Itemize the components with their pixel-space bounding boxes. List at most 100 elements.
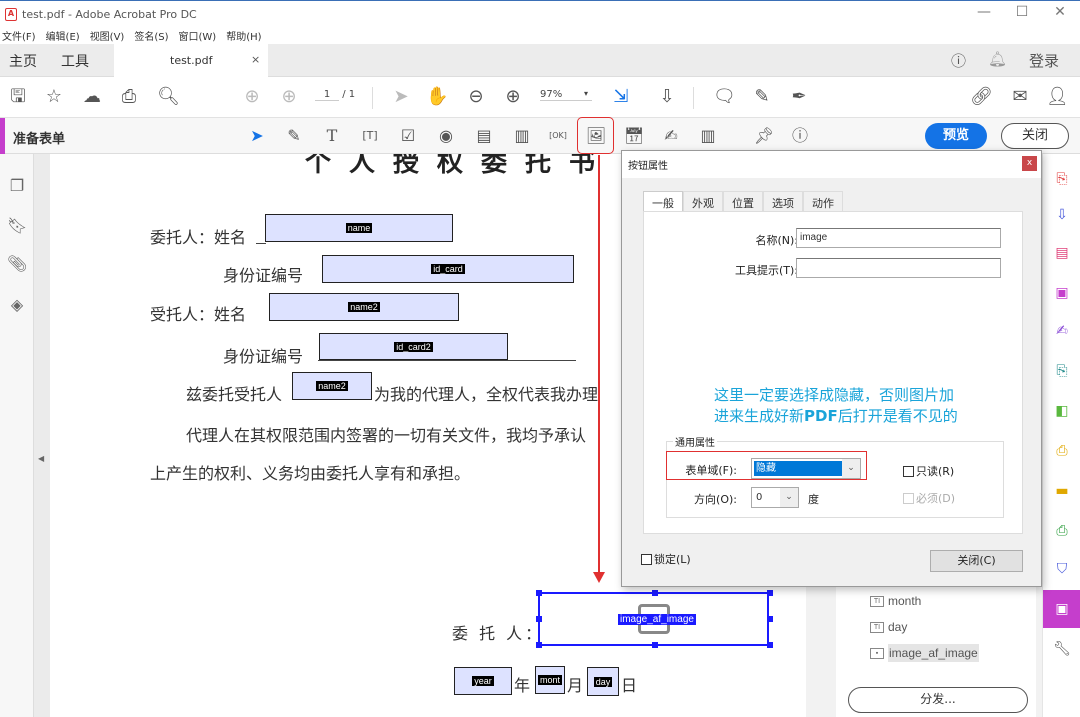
help-circle-icon[interactable]: ⓘ [789,125,811,147]
dropdown-icon[interactable]: ▥ [511,125,533,147]
attachments-icon[interactable]: 📎︎ [7,254,27,274]
scroll-mode-icon[interactable]: ⇩ [656,86,678,108]
fit-page-icon[interactable]: ⇲ [610,86,632,108]
add-user-icon[interactable]: 👤︎ [1046,86,1069,108]
window-close-button[interactable]: ✕ [1040,4,1080,20]
hand-tool-icon[interactable]: ✋ [426,86,448,108]
field-list-item[interactable]: TI month [870,594,921,608]
send-for-review-icon[interactable]: ⎘ [1052,360,1072,382]
tab-home[interactable]: 主页 [9,51,37,71]
comment-icon[interactable]: 🗨 [713,86,736,108]
save-icon[interactable]: 🖫 [7,86,29,108]
protect-shield-icon[interactable]: ⛉ [1052,558,1072,580]
highlight-pen-icon[interactable]: ✎ [751,86,773,108]
more-tools-icon[interactable]: 🔧︎ [1052,638,1072,660]
minimize-button[interactable]: — [964,4,1004,20]
select-tool-icon[interactable]: ➤ [390,86,412,108]
prepare-form-icon[interactable]: ▣ [1052,598,1072,620]
left-panel-collapse[interactable]: ◀ [34,154,50,717]
radio-button-icon[interactable]: ◉ [435,125,457,147]
resize-handle[interactable] [767,590,773,596]
signature-field-icon[interactable]: ✍ [660,125,682,147]
resize-handle[interactable] [652,642,658,648]
checkbox-icon[interactable]: ☑ [397,125,419,147]
organize-pages-icon[interactable]: ▤ [1052,242,1072,264]
page-number-input[interactable]: 1 [315,89,339,101]
edit-pdf-icon[interactable]: ▣ [1052,282,1072,304]
scan-icon[interactable]: ⎙ [1052,520,1072,542]
zoom-select[interactable]: 97% ▾ [540,89,592,101]
zoom-out-icon[interactable]: ⊖ [465,86,487,108]
share-link-icon[interactable]: 🔗︎ [970,86,993,108]
edit-fields-icon[interactable]: ✎ [283,125,305,147]
menu-help[interactable]: 帮助(H) [226,28,261,43]
resize-handle[interactable] [652,590,658,596]
tab-tools[interactable]: 工具 [61,51,89,71]
preview-button[interactable]: 预览 [925,123,987,149]
required-checkbox[interactable]: 必须(D) [903,490,955,506]
field-image-selected[interactable]: image_af_image [536,590,773,648]
dialog-close-button[interactable]: x [1022,156,1037,171]
field-day[interactable]: day [587,667,619,696]
resize-handle[interactable] [767,616,773,622]
email-icon[interactable]: ✉ [1009,86,1031,108]
text-field-icon[interactable]: [T] [359,125,381,147]
fill-sign-icon[interactable]: ✍ [1052,320,1072,342]
resize-handle[interactable] [767,642,773,648]
create-pdf-icon[interactable]: ⎘ [1052,168,1072,190]
login-link[interactable]: 登录 [1029,50,1059,71]
readonly-checkbox[interactable]: 只读(R) [903,463,954,479]
field-name[interactable]: name [265,214,453,242]
resize-handle[interactable] [536,616,542,622]
field-list-item-selected[interactable]: ▪ image_af_image [870,644,979,662]
field-id-card[interactable]: id_card [322,255,574,283]
close-tab-icon[interactable]: × [251,53,260,66]
resize-handle[interactable] [536,590,542,596]
orientation-select[interactable]: 0 ⌄ [751,487,799,508]
distribute-button[interactable]: 分发... [848,687,1028,713]
cloud-upload-icon[interactable]: ☁ [81,86,103,108]
bookmarks-icon[interactable]: 🔖︎ [7,216,27,236]
comment-icon[interactable]: ▬ [1052,480,1072,502]
print-icon[interactable]: ⎙ [118,86,140,108]
sign-icon[interactable]: ✒ [788,86,810,108]
zoom-in-icon[interactable]: ⊕ [502,86,524,108]
help-icon[interactable]: ⓘ [951,50,966,71]
tab-document[interactable]: test.pdf × [114,44,268,77]
resize-handle[interactable] [536,642,542,648]
field-name2-inline[interactable]: name2 [292,372,372,400]
comment-file-icon[interactable]: ⎙ [1052,440,1072,462]
locked-checkbox[interactable]: 锁定(L) [641,551,691,567]
layers-icon[interactable]: ◈ [7,295,27,315]
pin-icon[interactable]: 📌︎ [753,125,775,147]
field-name2[interactable]: name2 [269,293,459,321]
page-thumbnails-icon[interactable]: ❐ [7,176,27,196]
button-field-icon[interactable]: [OK] [547,125,569,147]
text-tool-icon[interactable]: T [321,125,343,147]
field-id-card2[interactable]: id_card2 [319,333,508,360]
menu-file[interactable]: 文件(F) [2,28,36,43]
maximize-button[interactable]: ☐ [1002,4,1042,20]
bookmark-star-icon[interactable]: ☆ [43,86,65,108]
tooltip-input[interactable] [796,258,1001,278]
compare-files-icon[interactable]: ◧ [1052,400,1072,422]
menu-edit[interactable]: 编辑(E) [46,28,80,43]
search-icon[interactable]: 🔍︎ [157,86,180,108]
field-month[interactable]: mont [535,666,565,694]
dialog-close-action-button[interactable]: 关闭(C) [930,550,1023,572]
close-form-button[interactable]: 关闭 [1001,123,1069,149]
date-field-icon[interactable]: 📅︎ [623,125,645,147]
field-year[interactable]: year [454,667,512,695]
notification-bell-icon[interactable]: 🔔︎ [988,50,1007,68]
menu-window[interactable]: 窗口(W) [179,28,217,43]
field-list-item[interactable]: TI day [870,620,907,634]
select-object-icon[interactable]: ➤ [246,125,268,147]
prev-page-icon[interactable]: ⊕ [241,86,263,108]
name-input[interactable]: image [796,228,1001,248]
list-box-icon[interactable]: ▤ [473,125,495,147]
barcode-icon[interactable]: ▥ [697,125,719,147]
export-pdf-icon[interactable]: ⇩ [1052,204,1072,226]
menu-sign[interactable]: 签名(S) [134,28,168,43]
menu-view[interactable]: 视图(V) [90,28,125,43]
next-page-icon[interactable]: ⊕ [278,86,300,108]
